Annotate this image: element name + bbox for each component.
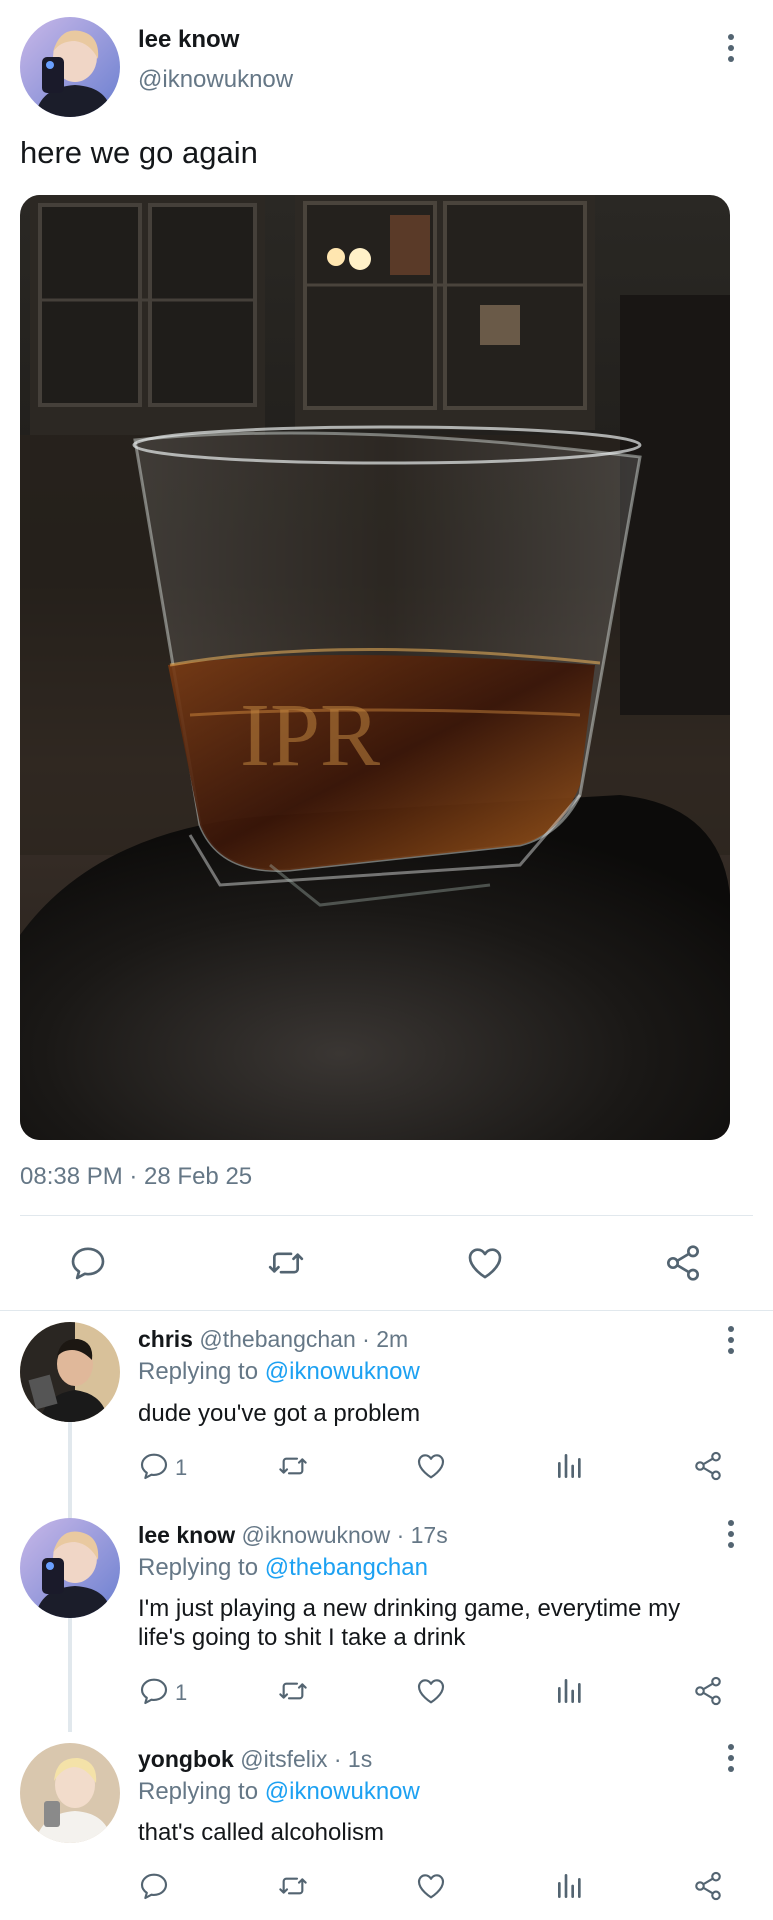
tweet-timestamp: 08:38 PM · 28 Feb 25: [20, 1163, 253, 1190]
share-icon[interactable]: [692, 1450, 724, 1482]
replying-to: Replying to @iknowuknow: [138, 1778, 420, 1805]
reply-text: I'm just playing a new drinking game, ev…: [138, 1594, 680, 1652]
comment-icon[interactable]: [138, 1870, 170, 1902]
mention-link[interactable]: @thebangchan: [265, 1554, 428, 1581]
share-icon[interactable]: [692, 1870, 724, 1902]
more-options-icon[interactable]: [716, 1514, 746, 1554]
like-icon[interactable]: [415, 1675, 447, 1707]
more-options-icon[interactable]: [716, 1320, 746, 1360]
replying-to: Replying to @iknowuknow: [138, 1358, 420, 1385]
tweet-text: here we go again: [20, 135, 258, 170]
reply-avatar[interactable]: [20, 1743, 120, 1843]
retweet-icon[interactable]: [266, 1243, 306, 1283]
like-icon[interactable]: [465, 1243, 505, 1283]
retweet-icon[interactable]: [277, 1870, 309, 1902]
reply-avatar[interactable]: [20, 1518, 120, 1618]
share-icon[interactable]: [692, 1675, 724, 1707]
retweet-icon[interactable]: [277, 1450, 309, 1482]
divider: [0, 1310, 773, 1311]
author-handle[interactable]: @iknowuknow: [138, 66, 293, 94]
author-avatar[interactable]: [20, 17, 120, 117]
divider: [20, 1215, 753, 1216]
author-name[interactable]: lee know: [138, 26, 239, 54]
glass-engraving: IPR: [240, 686, 380, 785]
comment-icon[interactable]: [138, 1450, 170, 1482]
mention-link[interactable]: @iknowuknow: [265, 1778, 420, 1805]
reply-time: · 17s: [390, 1522, 448, 1548]
like-icon[interactable]: [415, 1870, 447, 1902]
comment-icon[interactable]: [68, 1243, 108, 1283]
tweet-photo[interactable]: IPR: [20, 195, 730, 1140]
more-options-icon[interactable]: [716, 28, 746, 68]
reply-count: 1: [175, 1680, 188, 1705]
more-options-icon[interactable]: [716, 1738, 746, 1778]
whiskey-glass-photo: IPR: [20, 195, 730, 1140]
share-icon[interactable]: [663, 1243, 703, 1283]
replying-to: Replying to @thebangchan: [138, 1554, 428, 1581]
reply-header: lee know @iknowuknow · 17s: [138, 1522, 448, 1549]
reply-author-handle[interactable]: @iknowuknow: [242, 1522, 391, 1548]
reply-author-handle[interactable]: @itsfelix: [240, 1746, 327, 1772]
reply-time: · 2m: [355, 1326, 409, 1352]
reply-text: that's called alcoholism: [138, 1819, 385, 1846]
retweet-icon[interactable]: [277, 1675, 309, 1707]
comment-icon[interactable]: [138, 1675, 170, 1707]
like-icon[interactable]: [415, 1450, 447, 1482]
reply-count: 1: [175, 1455, 188, 1480]
reply-text: dude you've got a problem: [138, 1400, 421, 1427]
reply-author-handle[interactable]: @thebangchan: [199, 1326, 355, 1352]
stats-icon[interactable]: [554, 1870, 586, 1902]
reply-header: yongbok @itsfelix · 1s: [138, 1746, 372, 1773]
reply-avatar[interactable]: [20, 1322, 120, 1422]
stats-icon[interactable]: [554, 1675, 586, 1707]
reply-time: · 1s: [327, 1746, 373, 1772]
reply-text-line: life's going to shit I take a drink: [138, 1624, 466, 1651]
reply-author-name[interactable]: lee know: [138, 1522, 235, 1548]
reply-author-name[interactable]: chris: [138, 1326, 193, 1352]
mention-link[interactable]: @iknowuknow: [265, 1358, 420, 1385]
stats-icon[interactable]: [554, 1450, 586, 1482]
reply-text-line: I'm just playing a new drinking game, ev…: [138, 1595, 681, 1622]
reply-header: chris @thebangchan · 2m: [138, 1326, 408, 1353]
reply-author-name[interactable]: yongbok: [138, 1746, 234, 1772]
